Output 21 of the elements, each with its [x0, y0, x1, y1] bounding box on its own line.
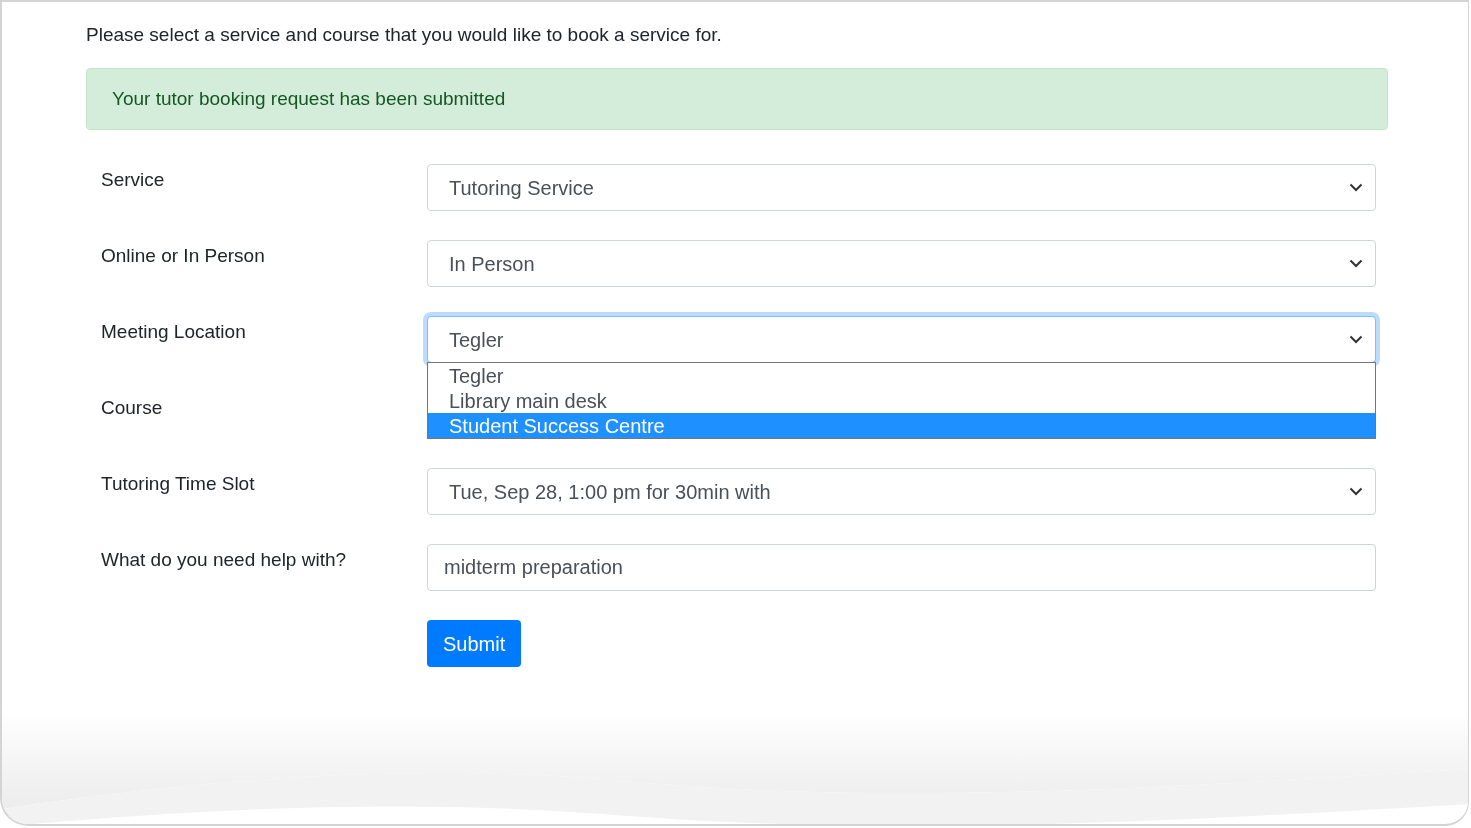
field-label: What do you need help with?: [101, 549, 347, 570]
field-label: Meeting Location: [101, 321, 246, 342]
intro-text: Please select a service and course that you would like to book a service for.: [86, 23, 723, 47]
field-label: Course: [101, 397, 163, 418]
select-field[interactable]: Tue, Sep 28, 1:00 pm for 30min with: [427, 468, 1376, 515]
select-value: Tegler: [449, 327, 504, 353]
chevron-down-icon: [1349, 335, 1363, 344]
field-label: Tutoring Time Slot: [101, 473, 255, 494]
field-label: Online or In Person: [101, 245, 265, 266]
chevron-down-icon: [1349, 259, 1363, 268]
select-value: Tutoring Service: [449, 175, 594, 201]
field-label: Service: [101, 169, 165, 190]
alert-message: Your tutor booking request has been submitted: [112, 86, 506, 111]
select-field[interactable]: Tutoring Service: [427, 164, 1376, 211]
select-value: In Person: [449, 251, 535, 277]
select-field[interactable]: In Person: [427, 240, 1376, 287]
chevron-down-icon: [1349, 487, 1363, 496]
select-value: Tue, Sep 28, 1:00 pm for 30min with: [449, 479, 771, 505]
input-field[interactable]: midterm preparation: [427, 544, 1376, 591]
submit-button[interactable]: Submit: [427, 620, 522, 667]
chevron-down-icon: [1349, 183, 1363, 192]
